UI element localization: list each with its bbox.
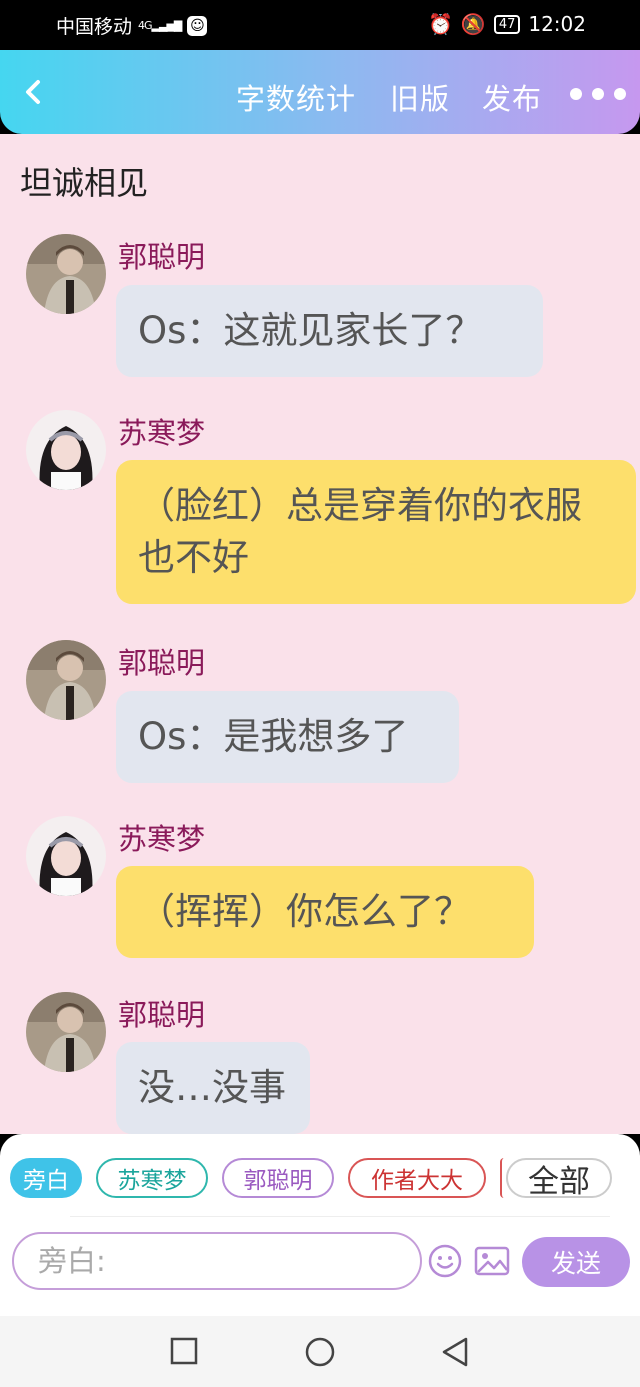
send-button[interactable]: 发送 [522,1237,630,1287]
alarm-icon: ⏰ [428,12,453,36]
avatar[interactable] [26,640,106,720]
composer-panel: 旁白 苏寒梦 郭聪明 作者大大 全部 旁白: 发送 [0,1134,640,1316]
system-nav-bar [0,1316,640,1387]
clock: 12:02 [528,12,586,36]
image-button[interactable] [474,1244,510,1282]
publish-button[interactable]: 发布 [482,76,542,118]
message-bubble[interactable]: 没…没事 [116,1042,310,1134]
chip-su-hanmeng[interactable]: 苏寒梦 [96,1158,208,1198]
mute-icon: 🔕 [460,12,486,36]
signal-icon: 4G▂▃▅▇ [138,19,182,32]
old-version-button[interactable]: 旧版 [390,76,450,118]
avatar[interactable] [26,410,106,490]
more-dots-icon [570,88,626,100]
chapter-title: 坦诚相见 [20,164,149,202]
battery-icon: 47 [493,14,521,34]
message-bubble[interactable]: Os：是我想多了 [116,691,459,783]
image-icon [474,1246,510,1276]
emoji-icon [428,1244,462,1278]
carrier-label: 中国移动 [56,16,133,38]
role-chips: 旁白 苏寒梦 郭聪明 作者大大 全部 [10,1158,630,1200]
word-count-button[interactable]: 字数统计 [236,76,356,118]
app-notification-icon: ☺ [187,15,208,36]
circle-icon [305,1337,335,1367]
more-button[interactable] [568,78,628,111]
emoji-button[interactable] [428,1244,462,1282]
all-roles-button[interactable]: 全部 [506,1158,612,1200]
message-bubble[interactable]: （挥挥）你怎么了？ [116,866,534,958]
message-input[interactable]: 旁白: [12,1232,422,1290]
sender-name: 郭聪明 [118,240,206,274]
chip-narrator[interactable]: 旁白 [10,1158,82,1198]
chevron-left-icon [26,80,40,104]
avatar[interactable] [26,234,106,314]
recents-button[interactable] [170,1336,198,1370]
avatar[interactable] [26,992,106,1072]
sender-name: 苏寒梦 [118,822,206,856]
sender-name: 郭聪明 [118,998,206,1032]
triangle-back-icon [442,1337,468,1367]
home-button[interactable] [304,1336,336,1372]
chip-guo-congming[interactable]: 郭聪明 [222,1158,334,1198]
message-bubble[interactable]: Os：这就见家长了？ [116,285,543,377]
app-header: 字数统计 旧版 发布 [0,50,640,134]
message-bubble[interactable]: （脸红）总是穿着你的衣服也不好 [116,460,636,604]
status-bar: 中国移动 4G▂▃▅▇ ☺ ⏰ 🔕 47 12:02 [0,0,640,50]
square-icon [170,1337,198,1365]
chat-area[interactable]: 坦诚相见 郭聪明 Os：这就见家长了？ 苏寒梦 （脸红）总是穿着你的衣服也不好 … [0,134,640,1134]
divider [70,1216,610,1217]
sender-name: 苏寒梦 [118,416,206,450]
chip-author[interactable]: 作者大大 [348,1158,486,1198]
avatar[interactable] [26,816,106,896]
back-nav-button[interactable] [440,1336,470,1372]
back-button[interactable] [18,72,52,112]
sender-name: 郭聪明 [118,646,206,680]
